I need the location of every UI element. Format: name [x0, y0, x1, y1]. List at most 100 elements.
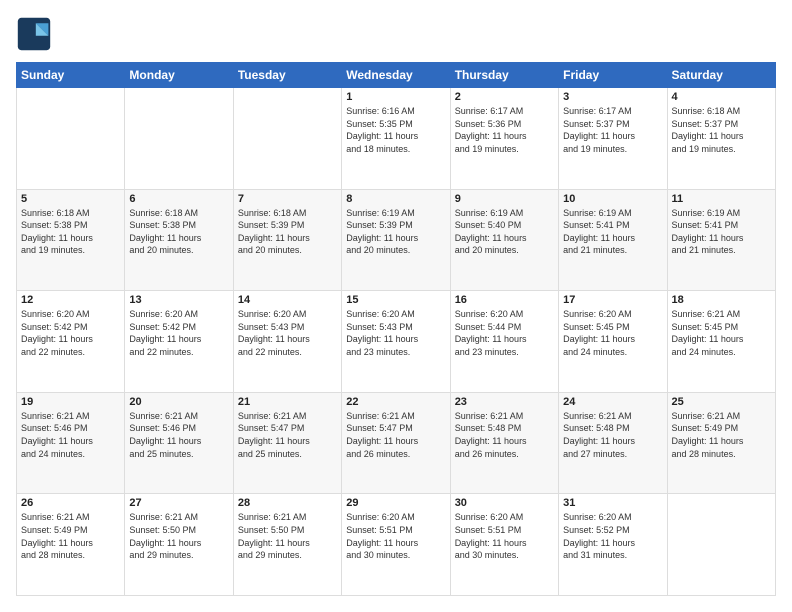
calendar-cell: 5 Sunrise: 6:18 AM Sunset: 5:38 PM Daylig… [17, 189, 125, 291]
day-info: Sunrise: 6:20 AM Sunset: 5:52 PM Dayligh… [563, 511, 662, 561]
calendar-header-sunday: Sunday [17, 63, 125, 88]
calendar-week-4: 19 Sunrise: 6:21 AM Sunset: 5:46 PM Dayli… [17, 392, 776, 494]
calendar-cell: 11 Sunrise: 6:19 AM Sunset: 5:41 PM Dayli… [667, 189, 775, 291]
calendar-cell: 10Sunrise: 6:19 AM Sunset: 5:41 PM Dayli… [559, 189, 667, 291]
day-info: Sunrise: 6:21 AM Sunset: 5:47 PM Dayligh… [346, 410, 445, 460]
calendar-cell: 13 Sunrise: 6:20 AM Sunset: 5:42 PM Dayli… [125, 291, 233, 393]
day-info: Sunrise: 6:20 AM Sunset: 5:51 PM Dayligh… [346, 511, 445, 561]
day-info: Sunrise: 6:21 AM Sunset: 5:50 PM Dayligh… [129, 511, 228, 561]
day-number: 7 [238, 193, 337, 205]
day-info: Sunrise: 6:20 AM Sunset: 5:43 PM Dayligh… [238, 308, 337, 358]
day-number: 19 [21, 396, 120, 408]
calendar-cell [125, 88, 233, 190]
calendar-cell [17, 88, 125, 190]
day-number: 15 [346, 294, 445, 306]
calendar-header-row: SundayMondayTuesdayWednesdayThursdayFrid… [17, 63, 776, 88]
calendar-cell: 26 Sunrise: 6:21 AM Sunset: 5:49 PM Dayli… [17, 494, 125, 596]
calendar-header-wednesday: Wednesday [342, 63, 450, 88]
day-info: Sunrise: 6:17 AM Sunset: 5:37 PM Dayligh… [563, 105, 662, 155]
day-info: Sunrise: 6:16 AM Sunset: 5:35 PM Dayligh… [346, 105, 445, 155]
day-info: Sunrise: 6:20 AM Sunset: 5:51 PM Dayligh… [455, 511, 554, 561]
day-number: 27 [129, 497, 228, 509]
day-number: 30 [455, 497, 554, 509]
calendar-cell: 16 Sunrise: 6:20 AM Sunset: 5:44 PM Dayli… [450, 291, 558, 393]
day-number: 26 [21, 497, 120, 509]
day-info: Sunrise: 6:17 AM Sunset: 5:36 PM Dayligh… [455, 105, 554, 155]
calendar-week-1: 1 Sunrise: 6:16 AM Sunset: 5:35 PM Daylig… [17, 88, 776, 190]
day-number: 25 [672, 396, 771, 408]
day-number: 2 [455, 91, 554, 103]
day-number: 9 [455, 193, 554, 205]
day-number: 31 [563, 497, 662, 509]
calendar-cell: 12 Sunrise: 6:20 AM Sunset: 5:42 PM Dayli… [17, 291, 125, 393]
day-info: Sunrise: 6:21 AM Sunset: 5:46 PM Dayligh… [129, 410, 228, 460]
calendar-cell: 6 Sunrise: 6:18 AM Sunset: 5:38 PM Daylig… [125, 189, 233, 291]
day-info: Sunrise: 6:18 AM Sunset: 5:38 PM Dayligh… [21, 207, 120, 257]
day-info: Sunrise: 6:20 AM Sunset: 5:42 PM Dayligh… [21, 308, 120, 358]
calendar-cell: 8 Sunrise: 6:19 AM Sunset: 5:39 PM Daylig… [342, 189, 450, 291]
calendar-cell: 7 Sunrise: 6:18 AM Sunset: 5:39 PM Daylig… [233, 189, 341, 291]
day-info: Sunrise: 6:20 AM Sunset: 5:44 PM Dayligh… [455, 308, 554, 358]
day-info: Sunrise: 6:19 AM Sunset: 5:39 PM Dayligh… [346, 207, 445, 257]
day-info: Sunrise: 6:20 AM Sunset: 5:42 PM Dayligh… [129, 308, 228, 358]
day-number: 1 [346, 91, 445, 103]
day-number: 8 [346, 193, 445, 205]
calendar-cell: 15 Sunrise: 6:20 AM Sunset: 5:43 PM Dayli… [342, 291, 450, 393]
day-info: Sunrise: 6:21 AM Sunset: 5:46 PM Dayligh… [21, 410, 120, 460]
day-number: 12 [21, 294, 120, 306]
day-info: Sunrise: 6:21 AM Sunset: 5:48 PM Dayligh… [563, 410, 662, 460]
day-info: Sunrise: 6:21 AM Sunset: 5:49 PM Dayligh… [21, 511, 120, 561]
header [16, 16, 776, 52]
day-info: Sunrise: 6:19 AM Sunset: 5:41 PM Dayligh… [563, 207, 662, 257]
day-number: 14 [238, 294, 337, 306]
day-info: Sunrise: 6:20 AM Sunset: 5:43 PM Dayligh… [346, 308, 445, 358]
day-info: Sunrise: 6:21 AM Sunset: 5:50 PM Dayligh… [238, 511, 337, 561]
day-info: Sunrise: 6:21 AM Sunset: 5:47 PM Dayligh… [238, 410, 337, 460]
calendar-cell: 24 Sunrise: 6:21 AM Sunset: 5:48 PM Dayli… [559, 392, 667, 494]
day-number: 6 [129, 193, 228, 205]
day-number: 11 [672, 193, 771, 205]
calendar-cell: 18 Sunrise: 6:21 AM Sunset: 5:45 PM Dayli… [667, 291, 775, 393]
calendar-header-thursday: Thursday [450, 63, 558, 88]
calendar-cell: 21 Sunrise: 6:21 AM Sunset: 5:47 PM Dayli… [233, 392, 341, 494]
logo [16, 16, 56, 52]
calendar-week-5: 26 Sunrise: 6:21 AM Sunset: 5:49 PM Dayli… [17, 494, 776, 596]
calendar-header-saturday: Saturday [667, 63, 775, 88]
calendar-cell: 22 Sunrise: 6:21 AM Sunset: 5:47 PM Dayli… [342, 392, 450, 494]
calendar-table: SundayMondayTuesdayWednesdayThursdayFrid… [16, 62, 776, 596]
logo-icon [16, 16, 52, 52]
calendar-week-2: 5 Sunrise: 6:18 AM Sunset: 5:38 PM Daylig… [17, 189, 776, 291]
calendar-cell: 19 Sunrise: 6:21 AM Sunset: 5:46 PM Dayli… [17, 392, 125, 494]
day-info: Sunrise: 6:19 AM Sunset: 5:41 PM Dayligh… [672, 207, 771, 257]
day-number: 5 [21, 193, 120, 205]
day-number: 21 [238, 396, 337, 408]
day-number: 22 [346, 396, 445, 408]
calendar-cell: 14 Sunrise: 6:20 AM Sunset: 5:43 PM Dayli… [233, 291, 341, 393]
calendar-header-tuesday: Tuesday [233, 63, 341, 88]
day-number: 23 [455, 396, 554, 408]
day-number: 16 [455, 294, 554, 306]
calendar-cell [667, 494, 775, 596]
day-info: Sunrise: 6:21 AM Sunset: 5:48 PM Dayligh… [455, 410, 554, 460]
day-number: 13 [129, 294, 228, 306]
calendar-cell [233, 88, 341, 190]
calendar-cell: 28 Sunrise: 6:21 AM Sunset: 5:50 PM Dayli… [233, 494, 341, 596]
calendar-cell: 25 Sunrise: 6:21 AM Sunset: 5:49 PM Dayli… [667, 392, 775, 494]
calendar-cell: 3Sunrise: 6:17 AM Sunset: 5:37 PM Daylig… [559, 88, 667, 190]
calendar-cell: 1 Sunrise: 6:16 AM Sunset: 5:35 PM Daylig… [342, 88, 450, 190]
day-info: Sunrise: 6:21 AM Sunset: 5:45 PM Dayligh… [672, 308, 771, 358]
day-info: Sunrise: 6:21 AM Sunset: 5:49 PM Dayligh… [672, 410, 771, 460]
day-info: Sunrise: 6:18 AM Sunset: 5:39 PM Dayligh… [238, 207, 337, 257]
calendar-cell: 17Sunrise: 6:20 AM Sunset: 5:45 PM Dayli… [559, 291, 667, 393]
day-number: 24 [563, 396, 662, 408]
day-number: 4 [672, 91, 771, 103]
day-number: 28 [238, 497, 337, 509]
day-number: 17 [563, 294, 662, 306]
calendar-cell: 29Sunrise: 6:20 AM Sunset: 5:51 PM Dayli… [342, 494, 450, 596]
calendar-cell: 20Sunrise: 6:21 AM Sunset: 5:46 PM Dayli… [125, 392, 233, 494]
page: SundayMondayTuesdayWednesdayThursdayFrid… [0, 0, 792, 612]
day-info: Sunrise: 6:18 AM Sunset: 5:38 PM Dayligh… [129, 207, 228, 257]
day-number: 18 [672, 294, 771, 306]
calendar-header-friday: Friday [559, 63, 667, 88]
calendar-cell: 9Sunrise: 6:19 AM Sunset: 5:40 PM Daylig… [450, 189, 558, 291]
